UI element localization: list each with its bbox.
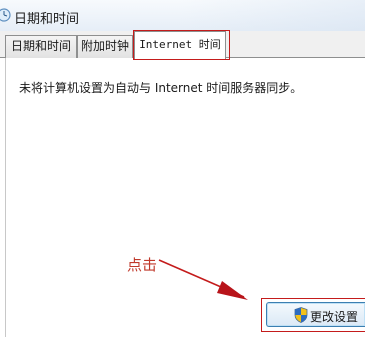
change-settings-label: 更改设置 <box>310 310 359 324</box>
datetime-icon <box>0 8 11 22</box>
panel-border <box>5 58 6 337</box>
uac-shield-icon <box>294 307 308 323</box>
title-bar: 日期和时间 <box>0 0 365 31</box>
tab-strip: 日期和时间 附加时钟 Internet 时间 <box>0 31 365 59</box>
sync-status-text: 未将计算机设置为自动与 Internet 时间服务器同步。 <box>19 81 303 95</box>
annotation-label: 点击 <box>127 256 158 274</box>
tab-date-time[interactable]: 日期和时间 <box>5 35 77 58</box>
change-settings-button[interactable]: 更改设置 <box>266 302 365 327</box>
window-title: 日期和时间 <box>14 12 80 27</box>
tab-internet-time[interactable]: Internet 时间 <box>134 31 226 59</box>
tab-panel: 未将计算机设置为自动与 Internet 时间服务器同步。 <box>5 58 365 337</box>
title-bar-fade <box>180 0 365 31</box>
tab-additional-clocks[interactable]: 附加时钟 <box>77 35 133 58</box>
